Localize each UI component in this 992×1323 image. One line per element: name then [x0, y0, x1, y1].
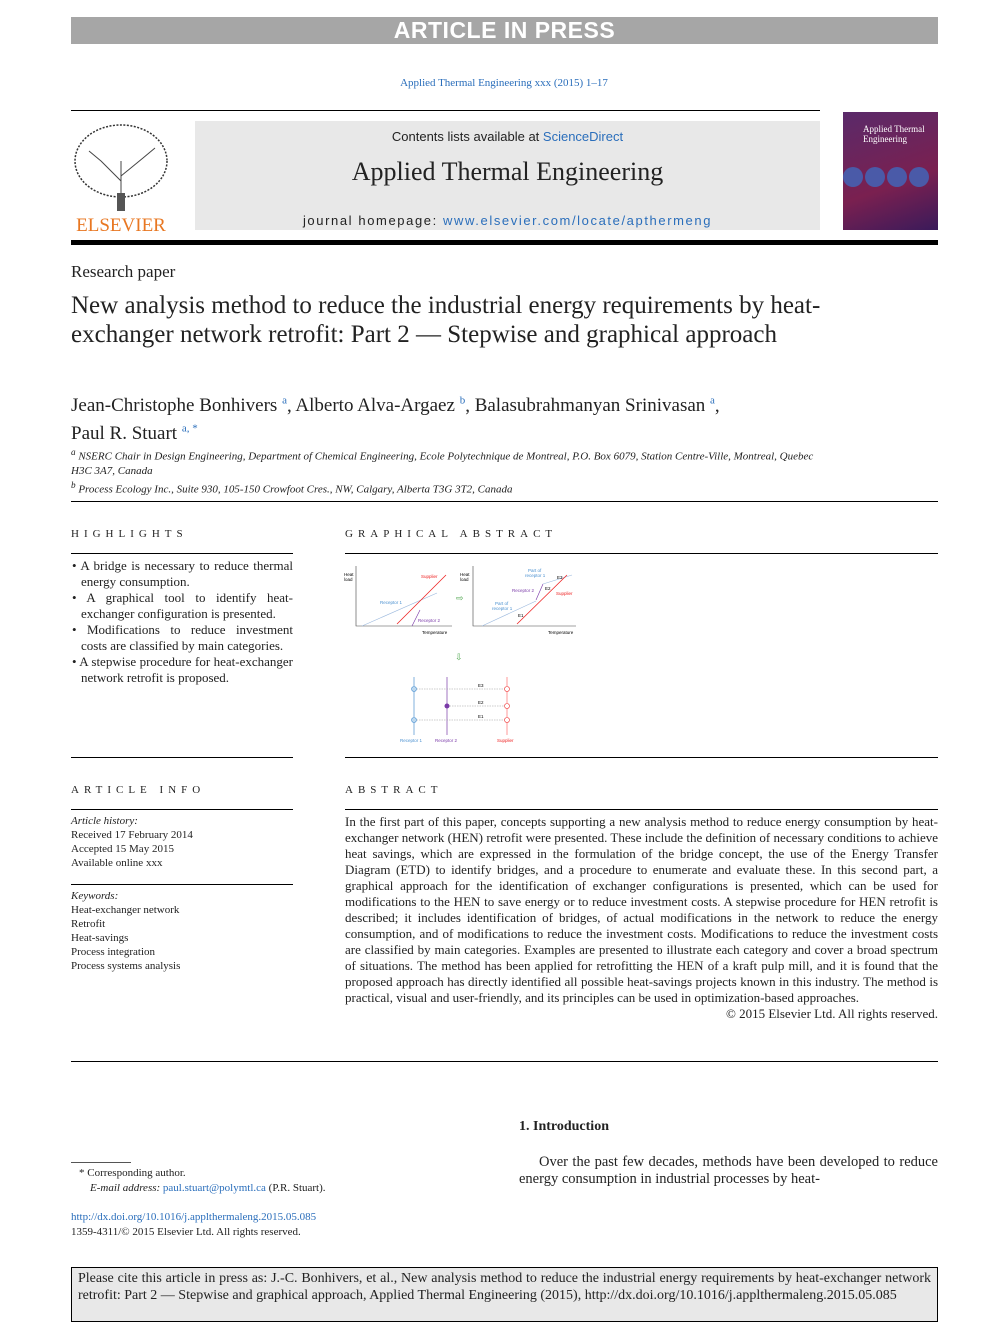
supplier-label: Supplier: [421, 574, 438, 579]
e3-label: E3: [557, 575, 563, 580]
supplier-label: Supplier: [556, 591, 573, 596]
supplier-label: Supplier: [497, 738, 514, 743]
article-in-press-banner: ARTICLE IN PRESS: [71, 17, 938, 44]
divider: [345, 809, 938, 810]
highlight-item: • A graphical tool to identify heat-exch…: [72, 590, 293, 621]
journal-title: Applied Thermal Engineering: [351, 157, 664, 186]
x-label: Temperature: [548, 630, 574, 635]
corresponding-author: * Corresponding author.: [79, 1167, 186, 1179]
supplier-line: [516, 574, 568, 625]
keywords-label: Keywords:: [71, 890, 119, 902]
x-label: Temperature: [422, 630, 448, 635]
cover-title: Applied Thermal Engineering: [863, 124, 925, 144]
article-history: Article history: Received 17 February 20…: [71, 814, 293, 870]
supplier-line: [396, 574, 447, 625]
article-title: New analysis method to reduce the indust…: [71, 292, 821, 348]
part-of-label: receptor 1: [492, 606, 513, 611]
highlight-item: • A stepwise procedure for heat-exchange…: [72, 654, 293, 685]
email-line: E-mail address: paul.stuart@polymtl.ca (…: [90, 1182, 326, 1194]
receptor1-label: Receptor 1: [400, 738, 423, 743]
highlights-heading: HIGHLIGHTS: [71, 528, 188, 540]
divider: [71, 501, 938, 502]
y-label: load: [344, 577, 353, 582]
divider: [71, 553, 293, 554]
journal-cover: Applied Thermal Engineering: [843, 112, 938, 230]
keyword: Process systems analysis: [71, 960, 181, 972]
journal-header: Contents lists available at ScienceDirec…: [195, 121, 820, 230]
homepage-link[interactable]: www.elsevier.com/locate/apthermeng: [443, 213, 712, 228]
abstract-copyright: © 2015 Elsevier Ltd. All rights reserved…: [725, 1006, 938, 1021]
author[interactable]: Balasubrahmanyan Srinivasan a: [475, 395, 715, 416]
divider: [71, 884, 293, 885]
email-link[interactable]: paul.stuart@polymtl.ca: [163, 1182, 266, 1194]
receptor2-label: Receptor 2: [418, 618, 441, 623]
author[interactable]: Jean-Christophe Bonhivers a: [71, 395, 287, 416]
sciencedirect-link[interactable]: ScienceDirect: [543, 129, 623, 144]
homepage-line: journal homepage: www.elsevier.com/locat…: [195, 213, 820, 228]
divider: [71, 110, 820, 111]
cover-circles-icon: [843, 167, 929, 187]
history-item: Available online xxx: [71, 857, 163, 869]
footnote-rule: [71, 1162, 131, 1163]
history-label: Article history:: [71, 815, 138, 827]
e1-label: E1: [478, 714, 484, 719]
highlight-item: • A bridge is necessary to reduce therma…: [72, 558, 293, 589]
keyword: Heat-savings: [71, 932, 129, 944]
article-type: Research paper: [71, 262, 176, 281]
part-of-label: receptor 1: [525, 573, 546, 578]
history-item: Received 17 February 2014: [71, 829, 193, 841]
receptor2-label: Receptor 2: [435, 738, 458, 743]
divider: [71, 1061, 938, 1062]
introduction-text: Over the past few decades, methods have …: [519, 1154, 938, 1187]
journal-ref-link[interactable]: Applied Thermal Engineering xxx (2015) 1…: [400, 77, 608, 89]
introduction-heading: 1. Introduction: [519, 1119, 609, 1134]
contents-line: Contents lists available at ScienceDirec…: [195, 129, 820, 144]
affiliation: a NSERC Chair in Design Engineering, Dep…: [71, 447, 814, 477]
abstract-text: In the first part of this paper, concept…: [345, 814, 938, 1005]
divider: [345, 553, 938, 554]
history-item: Accepted 15 May 2015: [71, 843, 174, 855]
footnote: * Corresponding author. E-mail address: …: [79, 1166, 479, 1196]
author[interactable]: Paul R. Stuart a, *: [71, 422, 198, 443]
elsevier-logo: ELSEVIER: [71, 121, 171, 236]
author[interactable]: Alberto Alva-Argaez b: [295, 395, 465, 416]
publisher-name: ELSEVIER: [76, 215, 166, 233]
header-rule: [71, 240, 938, 245]
author-list: Jean-Christophe Bonhivers a, Alberto Alv…: [71, 395, 720, 444]
keyword: Retrofit: [71, 918, 106, 930]
divider: [71, 757, 293, 758]
citation-box: Please cite this article in press as: J.…: [71, 1267, 938, 1322]
graphical-abstract-figure: Heatload Temperature Supplier Receptor 1…: [344, 566, 576, 743]
contents-prefix: Contents lists available at: [391, 129, 543, 144]
receptor1-label: Receptor 1: [380, 600, 403, 605]
issn: 1359-4311/© 2015 Elsevier Ltd. All right…: [71, 1226, 301, 1238]
highlights-list: • A bridge is necessary to reduce therma…: [71, 558, 293, 686]
homepage-prefix: journal homepage:: [302, 213, 444, 228]
abstract-heading: ABSTRACT: [345, 784, 443, 796]
highlight-item: • Modifications to reduce investment cos…: [72, 622, 293, 653]
doi-link[interactable]: http://dx.doi.org/10.1016/j.applthermale…: [71, 1211, 316, 1223]
article-info-heading: ARTICLE INFO: [71, 784, 206, 796]
arrow-down-icon: ⇩: [455, 652, 463, 662]
e2-label: E2: [545, 586, 551, 591]
keywords: Keywords: Heat-exchanger network Retrofi…: [71, 889, 293, 973]
elsevier-tree-icon: ELSEVIER: [74, 124, 168, 236]
divider: [71, 809, 293, 810]
journal-reference[interactable]: Applied Thermal Engineering xxx (2015) 1…: [0, 77, 992, 89]
abstract-body: In the first part of this paper, concept…: [345, 814, 938, 1022]
e2-label: E2: [478, 700, 484, 705]
e3-label: E3: [478, 683, 484, 688]
keyword: Heat-exchanger network: [71, 904, 180, 916]
exchanger-node: [444, 703, 450, 709]
keyword: Process integration: [71, 946, 156, 958]
graphical-abstract-heading: GRAPHICAL ABSTRACT: [345, 528, 558, 540]
receptor2-line: [535, 583, 544, 601]
affiliation: b Process Ecology Inc., Suite 930, 105-1…: [71, 479, 513, 496]
e1-label: E1: [518, 613, 524, 618]
arrow-right-icon: ⇨: [456, 593, 464, 603]
divider: [345, 757, 938, 758]
receptor2-label: Receptor 2: [512, 588, 535, 593]
affiliations: a NSERC Chair in Design Engineering, Dep…: [71, 445, 821, 496]
y-label: load: [460, 577, 469, 582]
